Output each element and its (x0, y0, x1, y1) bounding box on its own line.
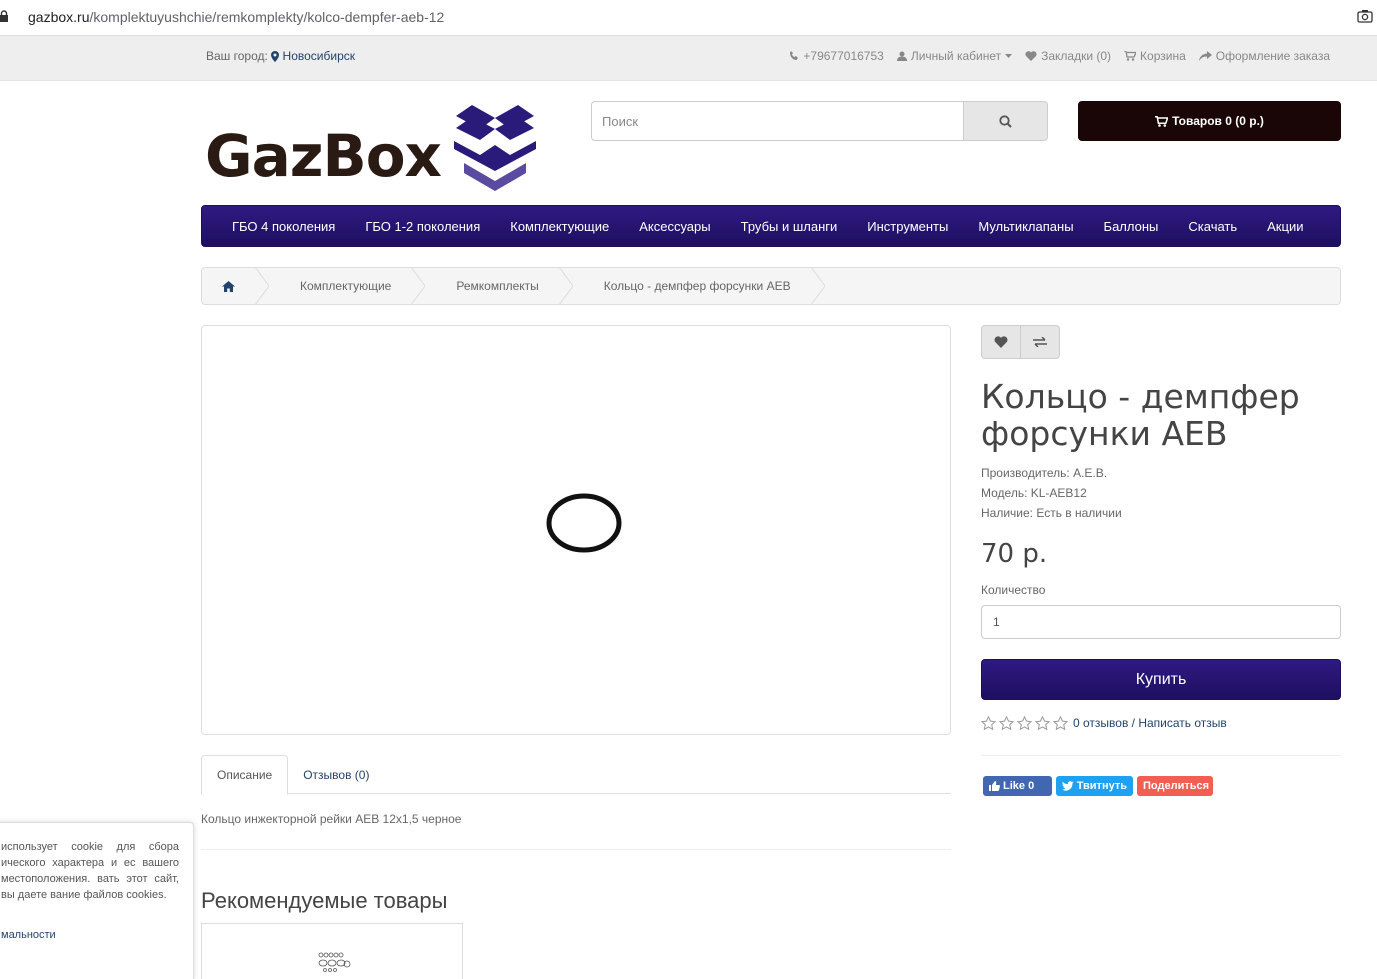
search-bar (591, 101, 1048, 141)
city-value: Новосибирск (282, 49, 356, 63)
menu-item-cylinders[interactable]: Баллоны (1089, 219, 1174, 234)
product-actions (981, 325, 1060, 359)
share-arrow-icon (1198, 51, 1212, 61)
rating: 0 отзывов / Написать отзыв (981, 716, 1227, 730)
home-icon (222, 280, 235, 292)
address-url[interactable]: gazbox.ru/komplektuyushchie/remkomplekty… (28, 9, 444, 25)
breadcrumb-item[interactable]: Кольцо - демпфер форсунки AEB (573, 268, 811, 304)
breadcrumb-item[interactable]: Комплектующие (269, 268, 411, 304)
cart-button[interactable]: Товаров 0 (0 р.) (1078, 101, 1341, 141)
quantity-input[interactable] (981, 605, 1341, 639)
social-buttons: Like 0 Твитнуть Поделиться (983, 776, 1213, 796)
breadcrumb-separator (810, 267, 825, 305)
twitter-tweet-button[interactable]: Твитнуть (1056, 776, 1133, 796)
recommended-product-card[interactable] (201, 923, 463, 979)
tab-description[interactable]: Описание (201, 755, 289, 795)
bookmarks-link[interactable]: Закладки (0) (1025, 49, 1111, 63)
user-icon (896, 51, 907, 61)
camera-icon[interactable] (1357, 9, 1373, 23)
star-empty-icon (999, 716, 1014, 730)
availability: Наличие: Есть в наличии (981, 506, 1122, 520)
star-empty-icon (1035, 716, 1050, 730)
breadcrumb-separator (255, 267, 269, 305)
compare-button[interactable] (1020, 325, 1060, 359)
lock-icon (0, 10, 8, 22)
map-marker-icon (271, 51, 280, 63)
checkout-link[interactable]: Оформление заказа (1198, 49, 1330, 63)
quantity-label: Количество (981, 583, 1046, 597)
search-icon (999, 114, 1012, 128)
breadcrumb-separator (411, 267, 426, 305)
rating-stars (981, 716, 1068, 730)
menu-item-pipes[interactable]: Трубы и шланги (726, 219, 853, 234)
cookie-notice: использует cookie для сбора ического хар… (0, 822, 194, 979)
main-menu: ГБО 4 поколения ГБО 1-2 поколения Компле… (201, 205, 1341, 247)
divider (201, 849, 951, 850)
logo-wordmark: GazBox (205, 122, 442, 190)
star-empty-icon (1017, 716, 1032, 730)
shopping-cart-icon (1124, 51, 1137, 61)
menu-item-gbo4[interactable]: ГБО 4 поколения (217, 219, 350, 234)
star-empty-icon (981, 716, 996, 730)
url-path: /komplektuyushchie/remkomplekty/kolco-de… (89, 9, 445, 25)
product-specs: Производитель: A.E.B. Модель: KL-AEB12 Н… (981, 463, 1122, 523)
product-description: Кольцо инжекторной рейки AEB 12х1,5 черн… (201, 812, 462, 826)
facebook-like-button[interactable]: Like 0 (983, 776, 1052, 796)
thumbs-up-icon (989, 781, 1000, 791)
menu-item-multivalves[interactable]: Мультиклапаны (963, 219, 1088, 234)
heart-icon (994, 336, 1008, 348)
city-label: Ваш город: (206, 49, 268, 63)
city-selector[interactable]: Ваш город: Новосибирск (206, 49, 355, 63)
menu-item-promotions[interactable]: Акции (1252, 219, 1318, 234)
product-image[interactable] (201, 325, 951, 735)
top-info-bar: Ваш город: Новосибирск +79677016753 Личн… (0, 36, 1377, 81)
menu-item-gbo12[interactable]: ГБО 1-2 поколения (350, 219, 495, 234)
menu-item-downloads[interactable]: Скачать (1173, 219, 1252, 234)
share-button[interactable]: Поделиться (1137, 776, 1213, 796)
cookie-text: использует cookie для сбора ического хар… (1, 841, 179, 901)
breadcrumb-item[interactable]: Ремкомплекты (425, 268, 558, 304)
menu-item-accessories[interactable]: Аксессуары (624, 219, 725, 234)
divider (981, 755, 1341, 756)
site-logo[interactable]: GazBox (205, 105, 540, 193)
browser-address-bar[interactable]: gazbox.ru/komplektuyushchie/remkomplekty… (0, 0, 1377, 36)
top-links: +79677016753 Личный кабинет Закладки (0)… (789, 49, 1330, 63)
breadcrumb-home[interactable] (202, 268, 255, 304)
privacy-policy-link[interactable]: мальности (1, 929, 56, 941)
breadcrumb-separator (558, 267, 573, 305)
cart-link[interactable]: Корзина (1124, 49, 1186, 63)
recommended-title: Рекомендуемые товары (201, 888, 448, 913)
reviews-link[interactable]: 0 отзывов / Написать отзыв (1073, 716, 1227, 730)
url-host: gazbox.ru (28, 9, 90, 25)
twitter-bird-icon (1062, 781, 1074, 791)
product-price: 70 р. (981, 539, 1048, 569)
model: Модель: KL-AEB12 (981, 486, 1087, 500)
phone-icon (790, 51, 799, 60)
cart-button-label: Товаров 0 (0 р.) (1172, 114, 1264, 128)
box-logo-icon (454, 105, 536, 191)
exchange-icon (1032, 337, 1047, 347)
breadcrumb: Комплектующие Ремкомплекты Кольцо - демп… (201, 267, 1341, 305)
manufacturer[interactable]: Производитель: A.E.B. (981, 463, 1122, 483)
star-empty-icon (1053, 716, 1068, 730)
search-button[interactable] (963, 101, 1048, 141)
menu-item-components[interactable]: Комплектующие (495, 219, 624, 234)
menu-item-tools[interactable]: Инструменты (852, 219, 963, 234)
search-input[interactable] (591, 101, 964, 141)
shopping-cart-icon (1155, 115, 1169, 127)
product-thumbnail (318, 952, 351, 972)
product-title: Кольцо - демпфер форсунки AEB (981, 377, 1300, 453)
heart-icon (1025, 51, 1037, 61)
buy-button[interactable]: Купить (981, 659, 1341, 700)
add-to-wishlist-button[interactable] (981, 325, 1021, 359)
o-ring-image (546, 493, 622, 553)
tab-reviews[interactable]: Отзывов (0) (288, 755, 384, 794)
account-link[interactable]: Личный кабинет (896, 49, 1013, 63)
product-tabs: Описание Отзывов (0) (201, 755, 951, 795)
caret-down-icon (1005, 54, 1013, 58)
phone-link[interactable]: +79677016753 (789, 49, 884, 63)
